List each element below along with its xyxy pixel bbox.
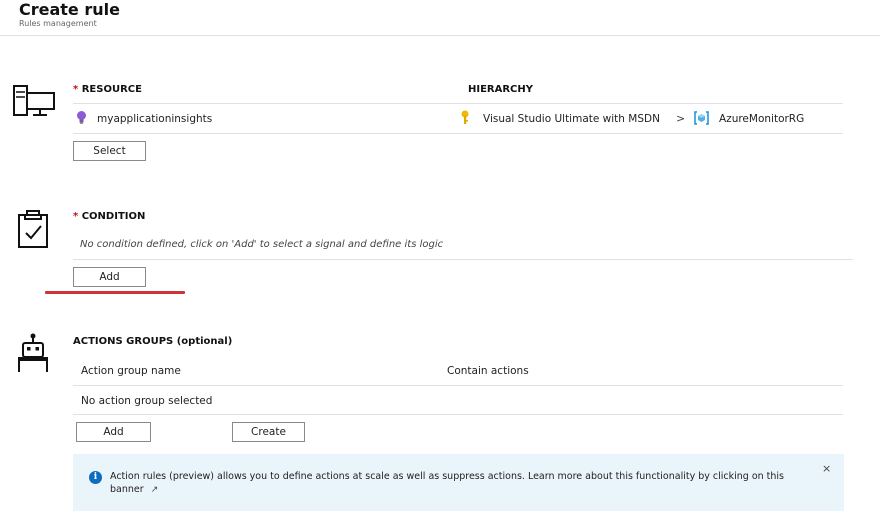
hierarchy-label: HIERARCHY — [468, 84, 534, 95]
banner-text[interactable]: Action rules (preview) allows you to def… — [110, 470, 790, 497]
external-link-icon: ↗ — [150, 485, 159, 495]
condition-section-label: * CONDITION — [73, 211, 145, 222]
required-mark: * — [73, 211, 79, 222]
condition-label-text: CONDITION — [81, 211, 146, 222]
resource-name[interactable]: myapplicationinsights — [97, 113, 212, 125]
chevron-right-icon: > — [676, 112, 686, 125]
select-resource-button[interactable]: Select — [73, 141, 146, 161]
add-condition-button[interactable]: Add — [73, 267, 146, 287]
resource-section-label: * RESOURCE — [73, 84, 142, 95]
clipboard-check-icon — [18, 210, 48, 248]
robot-icon — [18, 333, 48, 372]
divider — [73, 133, 843, 134]
divider — [73, 103, 843, 104]
col-header-action-group-name: Action group name — [81, 365, 181, 377]
page-subtitle: Rules management — [19, 19, 97, 28]
key-icon — [461, 110, 469, 124]
add-action-group-button[interactable]: Add — [76, 422, 151, 442]
highlight-underline — [45, 291, 185, 294]
resource-label-text: RESOURCE — [81, 84, 142, 95]
close-icon[interactable]: × — [822, 462, 831, 475]
banner-message: Action rules (preview) allows you to def… — [110, 471, 785, 495]
col-header-contain-actions: Contain actions — [447, 365, 529, 377]
page-header: Create rule Rules management — [0, 0, 880, 36]
actions-empty-text: No action group selected — [81, 395, 213, 407]
resource-group-name[interactable]: AzureMonitorRG — [719, 113, 804, 125]
condition-empty-text: No condition defined, click on 'Add' to … — [80, 239, 444, 250]
page-title: Create rule — [19, 0, 120, 19]
required-mark: * — [73, 84, 79, 95]
action-rules-info-banner[interactable]: i Action rules (preview) allows you to d… — [73, 454, 844, 511]
computer-monitor-icon — [13, 85, 55, 116]
lightbulb-icon — [77, 111, 86, 124]
info-icon: i — [89, 471, 102, 484]
create-action-group-button[interactable]: Create — [232, 422, 305, 442]
subscription-name: Visual Studio Ultimate with MSDN — [483, 113, 660, 125]
divider — [73, 414, 843, 415]
actions-section-label: ACTIONS GROUPS (optional) — [73, 336, 233, 347]
resource-group-icon — [694, 111, 709, 125]
divider — [73, 259, 853, 260]
divider — [73, 385, 843, 386]
